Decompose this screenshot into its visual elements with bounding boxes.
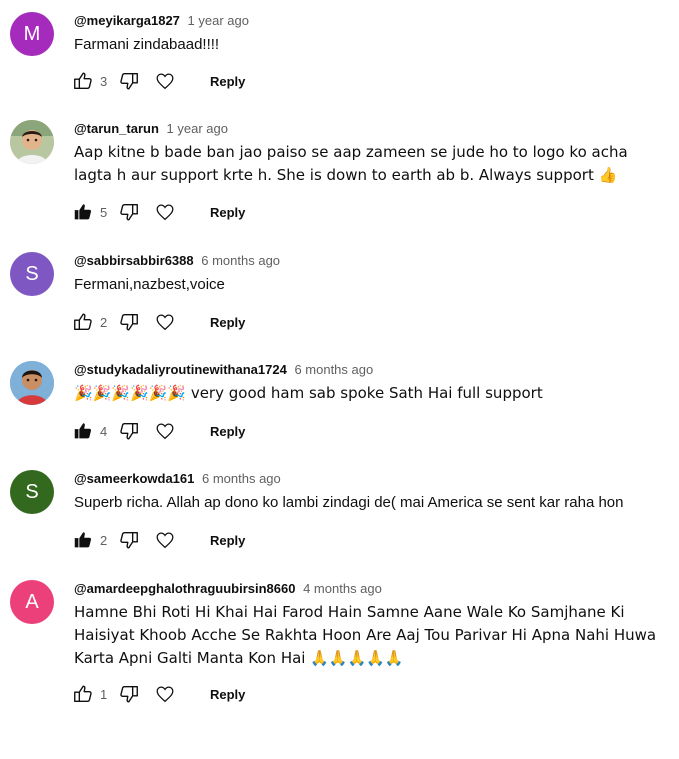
comment-author[interactable]: @studykadaliyroutinewithana1724 xyxy=(74,362,287,377)
comment-text: Fermani,nazbest,voice xyxy=(74,276,225,293)
avatar-letter: S xyxy=(25,480,39,503)
comment-time[interactable]: 1 year ago xyxy=(188,13,249,28)
avatar[interactable] xyxy=(10,361,54,405)
reply-button[interactable]: Reply xyxy=(210,205,245,220)
comment-author[interactable]: @amardeepghalothraguubirsin8660 xyxy=(74,581,295,596)
like-count: 2 xyxy=(100,532,108,548)
avatar[interactable]: M xyxy=(10,12,54,56)
comment-author[interactable]: @meyikarga1827 xyxy=(74,13,180,28)
reply-button[interactable]: Reply xyxy=(210,533,245,548)
heart-icon[interactable] xyxy=(154,311,176,333)
heart-icon[interactable] xyxy=(154,201,176,223)
comment-actions: 1 Reply xyxy=(72,682,245,706)
avatar-letter: M xyxy=(23,22,41,45)
like-icon[interactable] xyxy=(72,683,94,705)
like-count: 5 xyxy=(100,204,108,220)
comment-text: 🎉🎉🎉🎉🎉🎉 very good ham sab spoke Sath Hai … xyxy=(74,384,543,402)
comment-actions: 2 Reply xyxy=(72,528,245,552)
reply-button[interactable]: Reply xyxy=(210,315,245,330)
avatar-letter: A xyxy=(25,590,39,613)
comment-header: @sameerkowda161 6 months ago xyxy=(74,470,281,488)
like-icon[interactable] xyxy=(72,311,94,333)
reply-button[interactable]: Reply xyxy=(210,74,245,89)
comment-header: @studykadaliyroutinewithana1724 6 months… xyxy=(74,361,373,379)
comment-header: @meyikarga1827 1 year ago xyxy=(74,12,249,30)
heart-icon[interactable] xyxy=(154,420,176,442)
heart-icon[interactable] xyxy=(154,529,176,551)
avatar-photo-icon xyxy=(10,120,54,164)
comment-time[interactable]: 1 year ago xyxy=(167,121,228,136)
avatar-photo-icon xyxy=(10,361,54,405)
comment-time[interactable]: 4 months ago xyxy=(303,581,382,596)
avatar[interactable]: S xyxy=(10,252,54,296)
dislike-icon[interactable] xyxy=(118,420,140,442)
comment-text: Superb richa. Allah ap dono ko lambi zin… xyxy=(74,494,624,511)
comment-author[interactable]: @tarun_tarun xyxy=(74,121,159,136)
like-icon-filled[interactable] xyxy=(72,201,94,223)
avatar-letter: S xyxy=(25,262,39,285)
like-icon-filled[interactable] xyxy=(72,529,94,551)
like-count: 3 xyxy=(100,73,108,89)
dislike-icon[interactable] xyxy=(118,70,140,92)
comment-actions: 4 Reply xyxy=(72,419,245,443)
reply-button[interactable]: Reply xyxy=(210,687,245,702)
comment-header: @sabbirsabbir6388 6 months ago xyxy=(74,252,280,270)
comment-author[interactable]: @sameerkowda161 xyxy=(74,471,194,486)
like-icon[interactable] xyxy=(72,70,94,92)
comment-author[interactable]: @sabbirsabbir6388 xyxy=(74,253,194,268)
comment-time[interactable]: 6 months ago xyxy=(202,471,281,486)
comment-actions: 3 Reply xyxy=(72,69,245,93)
avatar[interactable]: A xyxy=(10,580,54,624)
heart-icon[interactable] xyxy=(154,683,176,705)
heart-icon[interactable] xyxy=(154,70,176,92)
dislike-icon[interactable] xyxy=(118,683,140,705)
avatar[interactable] xyxy=(10,120,54,164)
comment-actions: 2 Reply xyxy=(72,310,245,334)
like-count: 2 xyxy=(100,314,108,330)
comment-text: Farmani zindabaad!!!! xyxy=(74,36,220,53)
comment-time[interactable]: 6 months ago xyxy=(201,253,280,268)
reply-button[interactable]: Reply xyxy=(210,424,245,439)
comment-time[interactable]: 6 months ago xyxy=(294,362,373,377)
like-count: 4 xyxy=(100,423,108,439)
comment-text: Aap kitne b bade ban jao paiso se aap za… xyxy=(74,143,628,184)
dislike-icon[interactable] xyxy=(118,201,140,223)
avatar[interactable]: S xyxy=(10,470,54,514)
dislike-icon[interactable] xyxy=(118,311,140,333)
comment-header: @tarun_tarun 1 year ago xyxy=(74,120,228,138)
comment-header: @amardeepghalothraguubirsin8660 4 months… xyxy=(74,580,382,598)
comment-text: Hamne Bhi Roti Hi Khai Hai Farod Hain Sa… xyxy=(74,603,657,667)
dislike-icon[interactable] xyxy=(118,529,140,551)
like-icon-filled[interactable] xyxy=(72,420,94,442)
like-count: 1 xyxy=(100,686,108,702)
comment-actions: 5 Reply xyxy=(72,200,245,224)
